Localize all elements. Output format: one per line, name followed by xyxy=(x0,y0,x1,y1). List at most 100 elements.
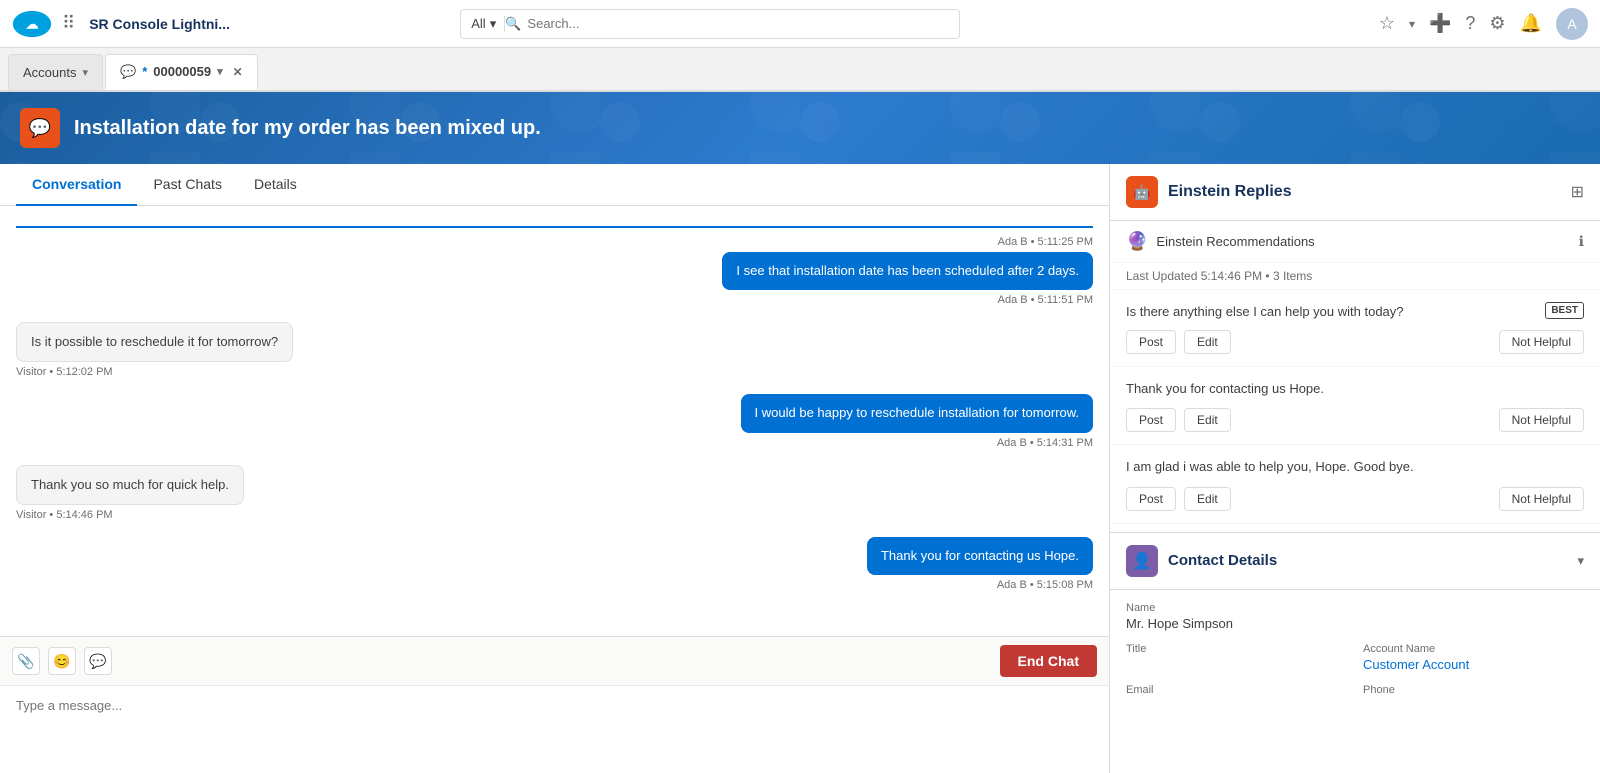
chat-toolbar: 📎 😊 💬 End Chat xyxy=(0,636,1109,686)
recommendations-icon: 🔮 xyxy=(1126,231,1148,252)
msg-time-1: Ada B • 5:11:51 PM xyxy=(998,294,1093,306)
chevron-down-icon[interactable]: ▾ xyxy=(1409,17,1415,31)
right-panel: 🤖 Einstein Replies ⊞ 🔮 Einstein Recommen… xyxy=(1110,164,1600,773)
conversation-panel: Conversation Past Chats Details Ada B • … xyxy=(0,164,1110,773)
close-tab-icon[interactable]: ✕ xyxy=(233,65,243,79)
message-row-1: Ada B • 5:11:25 PM I see that installati… xyxy=(16,226,1093,306)
search-input[interactable] xyxy=(527,16,949,31)
person-icon: 👤 xyxy=(1132,551,1152,571)
tab-accounts[interactable]: Accounts ▾ xyxy=(8,54,103,90)
einstein-expand-icon[interactable]: ⊞ xyxy=(1571,182,1584,202)
tab-past-chats[interactable]: Past Chats xyxy=(137,164,237,206)
chevron-down-icon[interactable]: ▾ xyxy=(217,65,223,78)
not-helpful-button-1[interactable]: Not Helpful xyxy=(1499,330,1584,354)
tab-active-case[interactable]: 💬 * 00000059 ▾ ✕ xyxy=(105,54,258,90)
account-name-value[interactable]: Customer Account xyxy=(1363,657,1584,672)
message-bubble-2: Is it possible to reschedule it for tomo… xyxy=(16,322,293,362)
main-layout: Conversation Past Chats Details Ada B • … xyxy=(0,164,1600,773)
favorites-icon[interactable]: ☆ xyxy=(1379,13,1395,34)
field-title: Title xyxy=(1126,643,1347,672)
einstein-reply-2: Thank you for contacting us Hope. Post E… xyxy=(1110,367,1600,446)
post-button-3[interactable]: Post xyxy=(1126,487,1176,511)
field-phone: Phone xyxy=(1363,684,1584,713)
contact-fields: Name Mr. Hope Simpson Title Account Name… xyxy=(1110,590,1600,725)
tab-details[interactable]: Details xyxy=(238,164,313,206)
einstein-header: 🤖 Einstein Replies ⊞ xyxy=(1110,164,1600,221)
einstein-reply-1: Is there anything else I can help you wi… xyxy=(1110,290,1600,367)
msg-sender-time-1: Ada B • 5:11:25 PM xyxy=(998,236,1093,248)
settings-icon[interactable]: ⚙ xyxy=(1489,13,1505,34)
reply-text-2: Thank you for contacting us Hope. xyxy=(1126,379,1584,399)
chat-tab-icon: 💬 xyxy=(120,64,136,80)
edit-button-3[interactable]: Edit xyxy=(1184,487,1231,511)
message-input[interactable] xyxy=(16,698,1093,758)
salesforce-logo[interactable]: ☁ xyxy=(12,10,52,38)
title-label: Title xyxy=(1126,643,1347,655)
einstein-reply-3: I am glad i was able to help you, Hope. … xyxy=(1110,445,1600,524)
einstein-sub-header: 🔮 Einstein Recommendations ℹ xyxy=(1110,221,1600,263)
chevron-down-icon: ▾ xyxy=(490,16,497,32)
chat-area: Ada B • 5:11:25 PM I see that installati… xyxy=(0,206,1109,636)
post-button-2[interactable]: Post xyxy=(1126,408,1176,432)
user-avatar[interactable]: A xyxy=(1556,8,1588,40)
last-updated: Last Updated 5:14:46 PM • 3 Items xyxy=(1110,263,1600,290)
reply-actions-1: Post Edit Not Helpful xyxy=(1126,330,1584,354)
app-name: SR Console Lightni... xyxy=(89,16,230,32)
reply-actions-3: Post Edit Not Helpful xyxy=(1126,487,1584,511)
collapse-icon[interactable]: ▾ xyxy=(1577,553,1584,569)
search-all-dropdown[interactable]: All ▾ xyxy=(471,16,505,32)
best-badge: BEST xyxy=(1545,302,1584,319)
case-header: 💬 Installation date for my order has bee… xyxy=(0,92,1600,164)
phone-label: Phone xyxy=(1363,684,1584,696)
email-label: Email xyxy=(1126,684,1347,696)
not-helpful-button-2[interactable]: Not Helpful xyxy=(1499,408,1584,432)
msg-time-4: Visitor • 5:14:46 PM xyxy=(16,509,113,521)
top-navigation: ☁ ⠿ SR Console Lightni... All ▾ 🔍 ☆ ▾ ➕ … xyxy=(0,0,1600,48)
email-value xyxy=(1126,698,1347,713)
contact-section: 👤 Contact Details ▾ Name Mr. Hope Simpso… xyxy=(1110,533,1600,733)
chevron-down-icon[interactable]: ▾ xyxy=(82,66,88,79)
post-button-1[interactable]: Post xyxy=(1126,330,1176,354)
contact-header: 👤 Contact Details ▾ xyxy=(1110,533,1600,590)
phone-value xyxy=(1363,698,1584,713)
message-row-4: Thank you so much for quick help. Visito… xyxy=(16,465,1093,521)
msg-time-3: Ada B • 5:14:31 PM xyxy=(997,437,1093,449)
attachment-button[interactable]: 📎 xyxy=(12,647,40,675)
field-name: Name Mr. Hope Simpson xyxy=(1126,602,1584,631)
notifications-icon[interactable]: 🔔 xyxy=(1520,13,1542,34)
message-bubble-1: I see that installation date has been sc… xyxy=(722,252,1093,290)
add-icon[interactable]: ➕ xyxy=(1429,13,1451,34)
search-bar: All ▾ 🔍 xyxy=(460,9,960,39)
nav-icons: ☆ ▾ ➕ ? ⚙ 🔔 A xyxy=(1379,8,1588,40)
field-account-name: Account Name Customer Account xyxy=(1363,643,1584,672)
help-icon[interactable]: ? xyxy=(1465,13,1475,34)
search-icon: 🔍 xyxy=(505,16,527,32)
chat-options-button[interactable]: 💬 xyxy=(84,647,112,675)
einstein-title: Einstein Replies xyxy=(1168,183,1561,201)
field-email: Email xyxy=(1126,684,1347,713)
edit-button-1[interactable]: Edit xyxy=(1184,330,1231,354)
message-bubble-3: I would be happy to reschedule installat… xyxy=(741,394,1093,432)
grid-icon[interactable]: ⠿ xyxy=(62,13,75,34)
tab-conversation[interactable]: Conversation xyxy=(16,164,137,206)
contact-title: Contact Details xyxy=(1168,552,1567,569)
tab-active-prefix: * xyxy=(142,64,147,79)
end-chat-button[interactable]: End Chat xyxy=(1000,645,1097,677)
emoji-button[interactable]: 😊 xyxy=(48,647,76,675)
contact-icon: 👤 xyxy=(1126,545,1158,577)
case-icon-wrap: 💬 xyxy=(20,108,60,148)
einstein-section: 🤖 Einstein Replies ⊞ 🔮 Einstein Recommen… xyxy=(1110,164,1600,533)
msg-time-5: Ada B • 5:15:08 PM xyxy=(997,579,1093,591)
title-value xyxy=(1126,657,1347,672)
info-icon[interactable]: ℹ xyxy=(1579,233,1584,250)
not-helpful-button-3[interactable]: Not Helpful xyxy=(1499,487,1584,511)
edit-button-2[interactable]: Edit xyxy=(1184,408,1231,432)
reply-actions-2: Post Edit Not Helpful xyxy=(1126,408,1584,432)
chat-case-icon: 💬 xyxy=(29,118,51,139)
message-bubble-4: Thank you so much for quick help. xyxy=(16,465,244,505)
name-label: Name xyxy=(1126,602,1584,614)
message-input-area xyxy=(0,686,1109,773)
message-row-2: Is it possible to reschedule it for tomo… xyxy=(16,322,1093,378)
msg-time-2: Visitor • 5:12:02 PM xyxy=(16,366,113,378)
message-row-5: Thank you for contacting us Hope. Ada B … xyxy=(16,537,1093,591)
